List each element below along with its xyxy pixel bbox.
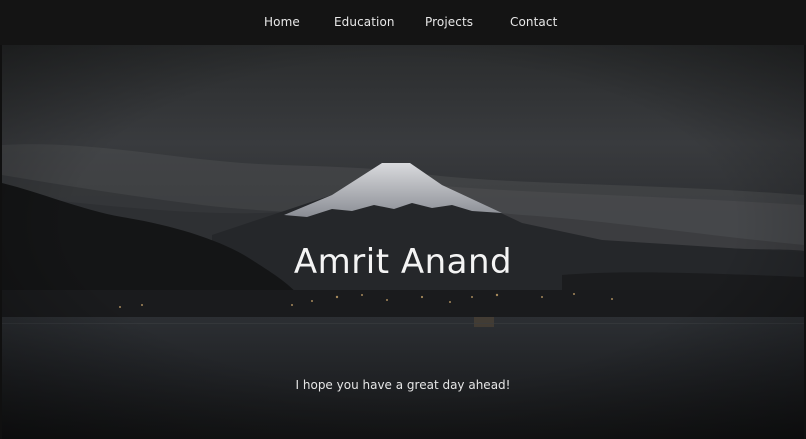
nav-link-projects[interactable]: Projects: [425, 15, 473, 29]
hero-title: Amrit Anand: [293, 242, 513, 282]
hero-subtitle: I hope you have a great day ahead!: [295, 378, 511, 392]
nav-link-contact[interactable]: Contact: [510, 15, 557, 29]
portfolio-page: Home Education Projects Contact Amrit An…: [0, 0, 806, 439]
nav-link-home[interactable]: Home: [264, 15, 300, 29]
nav-link-education[interactable]: Education: [334, 15, 395, 29]
top-navbar: Home Education Projects Contact: [0, 0, 806, 45]
